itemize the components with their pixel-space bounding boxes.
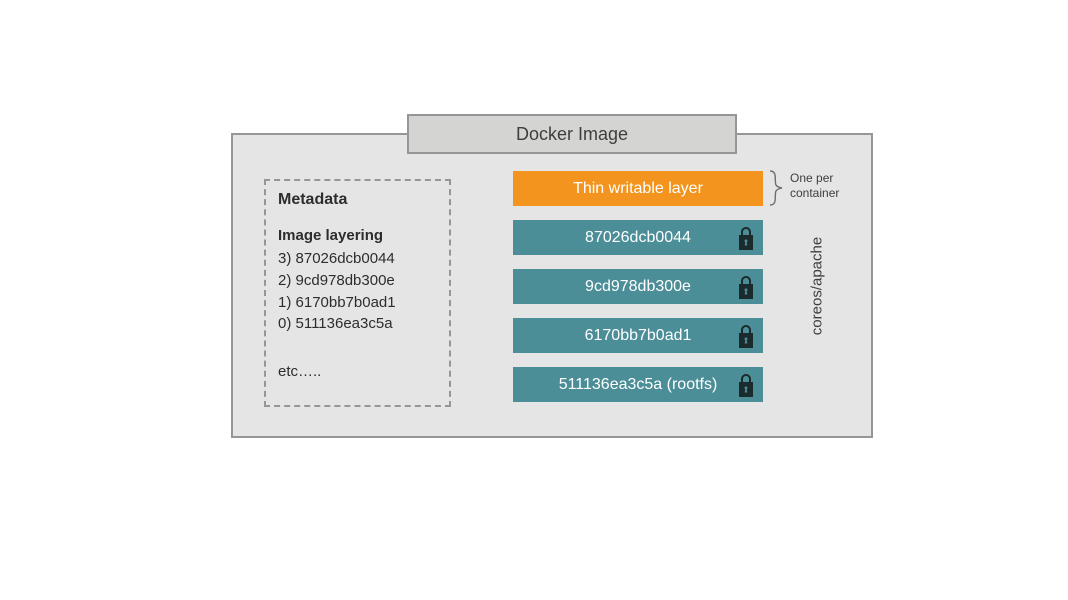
title-tab: Docker Image bbox=[407, 114, 737, 154]
layer-ro-1: 9cd978db300e bbox=[513, 269, 763, 304]
layer-ro-2-label: 6170bb7b0ad1 bbox=[585, 327, 692, 345]
lock-icon bbox=[735, 322, 757, 350]
metadata-title: Metadata bbox=[278, 191, 437, 209]
layer-ro-2: 6170bb7b0ad1 bbox=[513, 318, 763, 353]
annotation-line-1: One per bbox=[790, 171, 839, 186]
metadata-item-3: 3) 87026dcb0044 bbox=[278, 248, 437, 270]
layers-column: Thin writable layer 87026dcb0044 9cd978d… bbox=[513, 171, 763, 416]
layer-ro-0-label: 87026dcb0044 bbox=[585, 229, 691, 247]
writable-layer: Thin writable layer bbox=[513, 171, 763, 206]
layer-ro-0: 87026dcb0044 bbox=[513, 220, 763, 255]
main-box: Metadata Image layering 3) 87026dcb0044 … bbox=[231, 133, 873, 438]
metadata-item-0: 0) 511136ea3c5a bbox=[278, 313, 437, 335]
writable-layer-label: Thin writable layer bbox=[573, 180, 703, 198]
annotation-text: One per container bbox=[790, 171, 839, 201]
image-name-label: coreos/apache bbox=[808, 236, 825, 334]
metadata-item-1: 1) 6170bb7b0ad1 bbox=[278, 292, 437, 314]
annotation-line-2: container bbox=[790, 186, 839, 201]
layer-ro-3: 511136ea3c5a (rootfs) bbox=[513, 367, 763, 402]
brace-icon bbox=[768, 169, 786, 207]
metadata-item-2: 2) 9cd978db300e bbox=[278, 270, 437, 292]
lock-icon bbox=[735, 273, 757, 301]
metadata-etc: etc….. bbox=[278, 363, 437, 380]
metadata-box: Metadata Image layering 3) 87026dcb0044 … bbox=[264, 179, 451, 407]
title-text: Docker Image bbox=[516, 124, 628, 145]
diagram-container: Docker Image Metadata Image layering 3) … bbox=[231, 128, 873, 438]
lock-icon bbox=[735, 371, 757, 399]
lock-icon bbox=[735, 224, 757, 252]
layer-ro-3-label: 511136ea3c5a (rootfs) bbox=[559, 376, 718, 394]
layer-ro-1-label: 9cd978db300e bbox=[585, 278, 691, 296]
metadata-subtitle: Image layering bbox=[278, 227, 437, 244]
